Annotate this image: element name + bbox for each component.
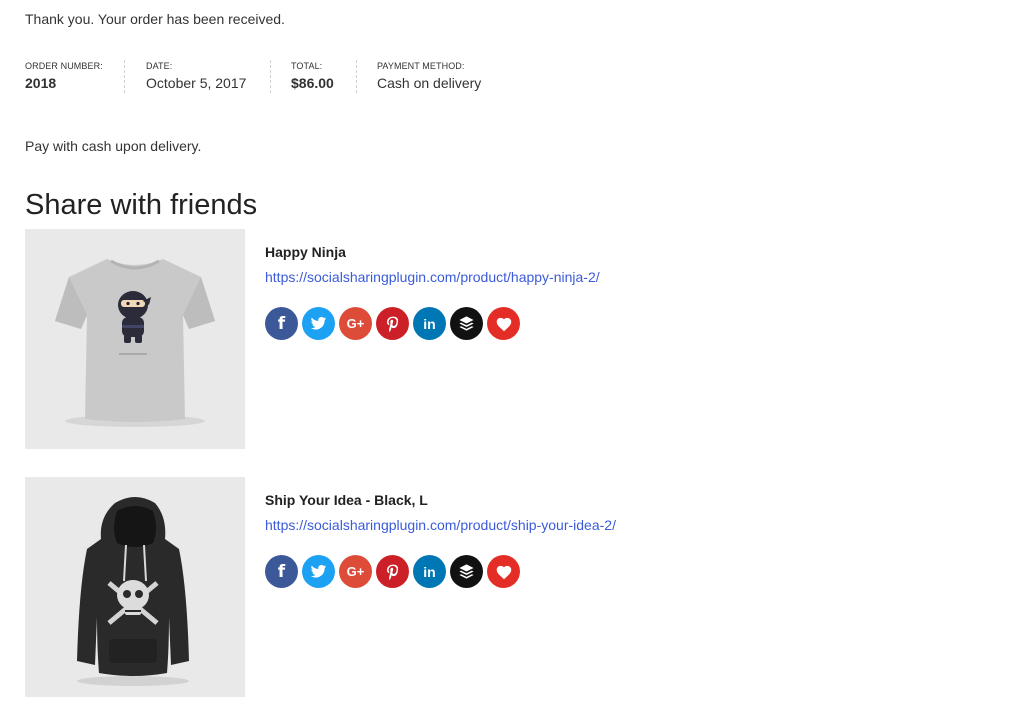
- black-hoodie-icon: [25, 477, 245, 697]
- share-buttons: f G+ in: [265, 307, 524, 340]
- linkedin-share-button[interactable]: in: [413, 307, 446, 340]
- google-plus-share-button[interactable]: G+: [339, 307, 372, 340]
- order-thank-you-message: Thank you. Your order has been received.: [25, 11, 285, 27]
- ninja-tshirt-icon: [25, 229, 245, 449]
- product-share-item: Happy Ninja https://socialsharingplugin.…: [25, 229, 825, 449]
- facebook-share-button[interactable]: f: [265, 307, 298, 340]
- pinterest-icon: [386, 316, 398, 332]
- heart-icon: [496, 565, 511, 579]
- order-number-value: 2018: [25, 75, 57, 91]
- twitter-share-button[interactable]: [302, 555, 335, 588]
- order-received-page: Thank you. Your order has been received.…: [0, 0, 1036, 709]
- linkedin-icon: in: [423, 563, 436, 580]
- product-url-link[interactable]: https://socialsharingplugin.com/product/…: [265, 517, 616, 533]
- order-payment-value: Cash on delivery: [377, 75, 482, 91]
- order-date-block: Date: October 5, 2017: [125, 60, 271, 93]
- product-image[interactable]: [25, 229, 245, 449]
- heart-icon: [496, 317, 511, 331]
- buffer-share-button[interactable]: [450, 555, 483, 588]
- order-overview: Order number: 2018 Date: October 5, 2017…: [25, 60, 481, 93]
- google-plus-share-button[interactable]: G+: [339, 555, 372, 588]
- google-plus-icon: G+: [346, 564, 365, 579]
- order-total-block: Total: $86.00: [271, 60, 357, 93]
- facebook-share-button[interactable]: f: [265, 555, 298, 588]
- product-share-item: Ship Your Idea - Black, L https://social…: [25, 477, 825, 697]
- product-name[interactable]: Ship Your Idea - Black, L: [265, 492, 428, 508]
- favorite-share-button[interactable]: [487, 555, 520, 588]
- order-payment-label: Payment method:: [377, 61, 465, 71]
- payment-note: Pay with cash upon delivery.: [25, 138, 202, 154]
- linkedin-share-button[interactable]: in: [413, 555, 446, 588]
- buffer-share-button[interactable]: [450, 307, 483, 340]
- buffer-icon: [459, 316, 474, 331]
- twitter-icon: [310, 565, 327, 578]
- order-date-label: Date:: [146, 61, 173, 71]
- buffer-icon: [459, 564, 474, 579]
- facebook-icon: f: [277, 313, 286, 334]
- order-number-block: Order number: 2018: [25, 60, 125, 93]
- product-name[interactable]: Happy Ninja: [265, 244, 346, 260]
- order-total-label: Total:: [291, 61, 323, 71]
- share-buttons: f G+ in: [265, 555, 524, 588]
- facebook-icon: f: [277, 561, 286, 582]
- share-section-title: Share with friends: [25, 189, 258, 221]
- order-total-value: $86.00: [291, 75, 334, 91]
- linkedin-icon: in: [423, 315, 436, 332]
- product-image[interactable]: [25, 477, 245, 697]
- order-number-label: Order number:: [25, 61, 103, 71]
- product-url-link[interactable]: https://socialsharingplugin.com/product/…: [265, 269, 600, 285]
- order-payment-block: Payment method: Cash on delivery: [357, 60, 481, 93]
- google-plus-icon: G+: [346, 316, 365, 331]
- pinterest-share-button[interactable]: [376, 555, 409, 588]
- pinterest-icon: [386, 564, 398, 580]
- order-date-value: October 5, 2017: [146, 75, 247, 91]
- pinterest-share-button[interactable]: [376, 307, 409, 340]
- twitter-icon: [310, 317, 327, 330]
- favorite-share-button[interactable]: [487, 307, 520, 340]
- twitter-share-button[interactable]: [302, 307, 335, 340]
